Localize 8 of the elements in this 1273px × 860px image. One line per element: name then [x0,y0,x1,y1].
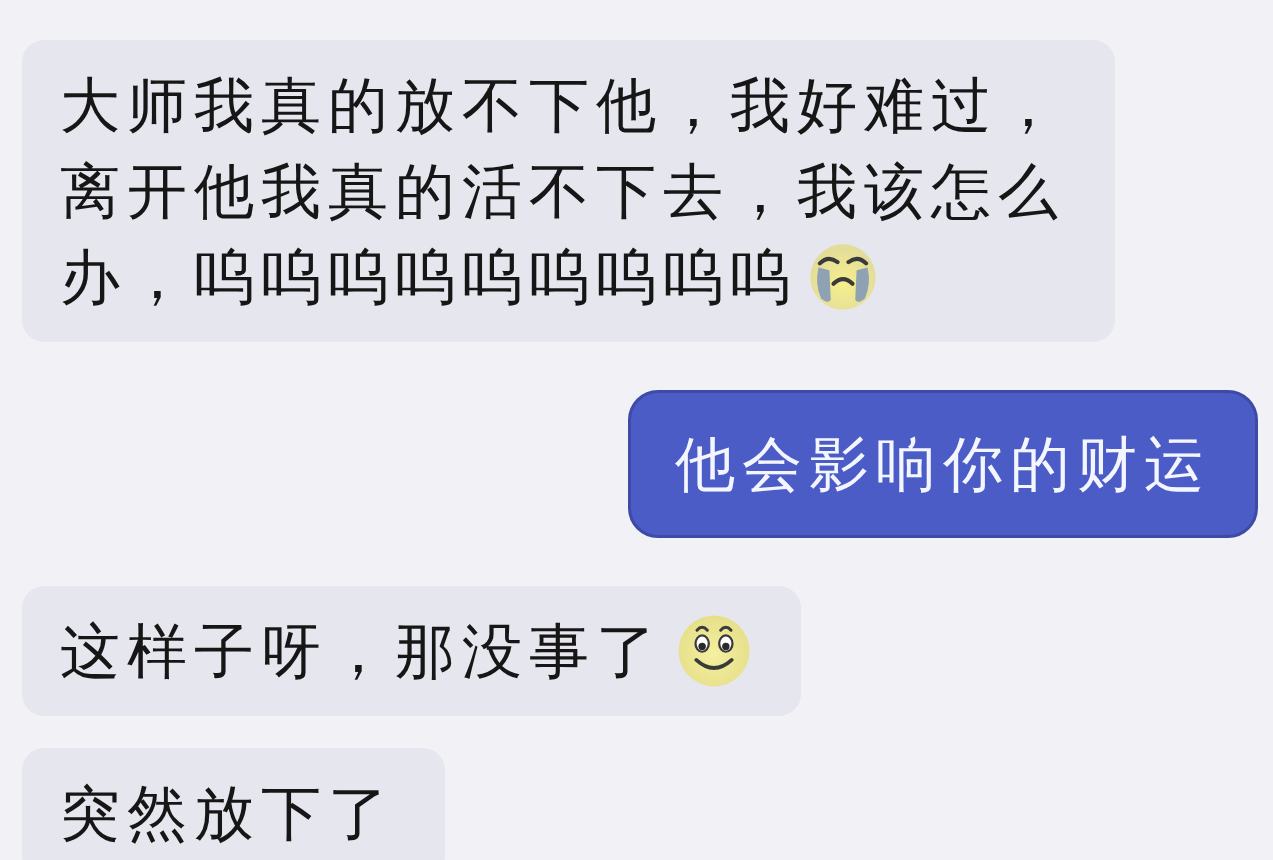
crying-face-icon [809,243,877,311]
message-text: 突然放下了 [60,777,395,850]
message-text: 办，呜呜呜呜呜呜呜呜呜 [60,241,797,314]
message-text: 离开他我真的活不下去，我该怎么 [60,155,1065,228]
message-text: 这样子呀，那没事了 [60,615,663,688]
message-text: 他会影响你的财运 [675,428,1211,501]
smiling-face-icon [677,614,751,688]
message-text: 大师我真的放不下他，我好难过， [60,69,1065,142]
